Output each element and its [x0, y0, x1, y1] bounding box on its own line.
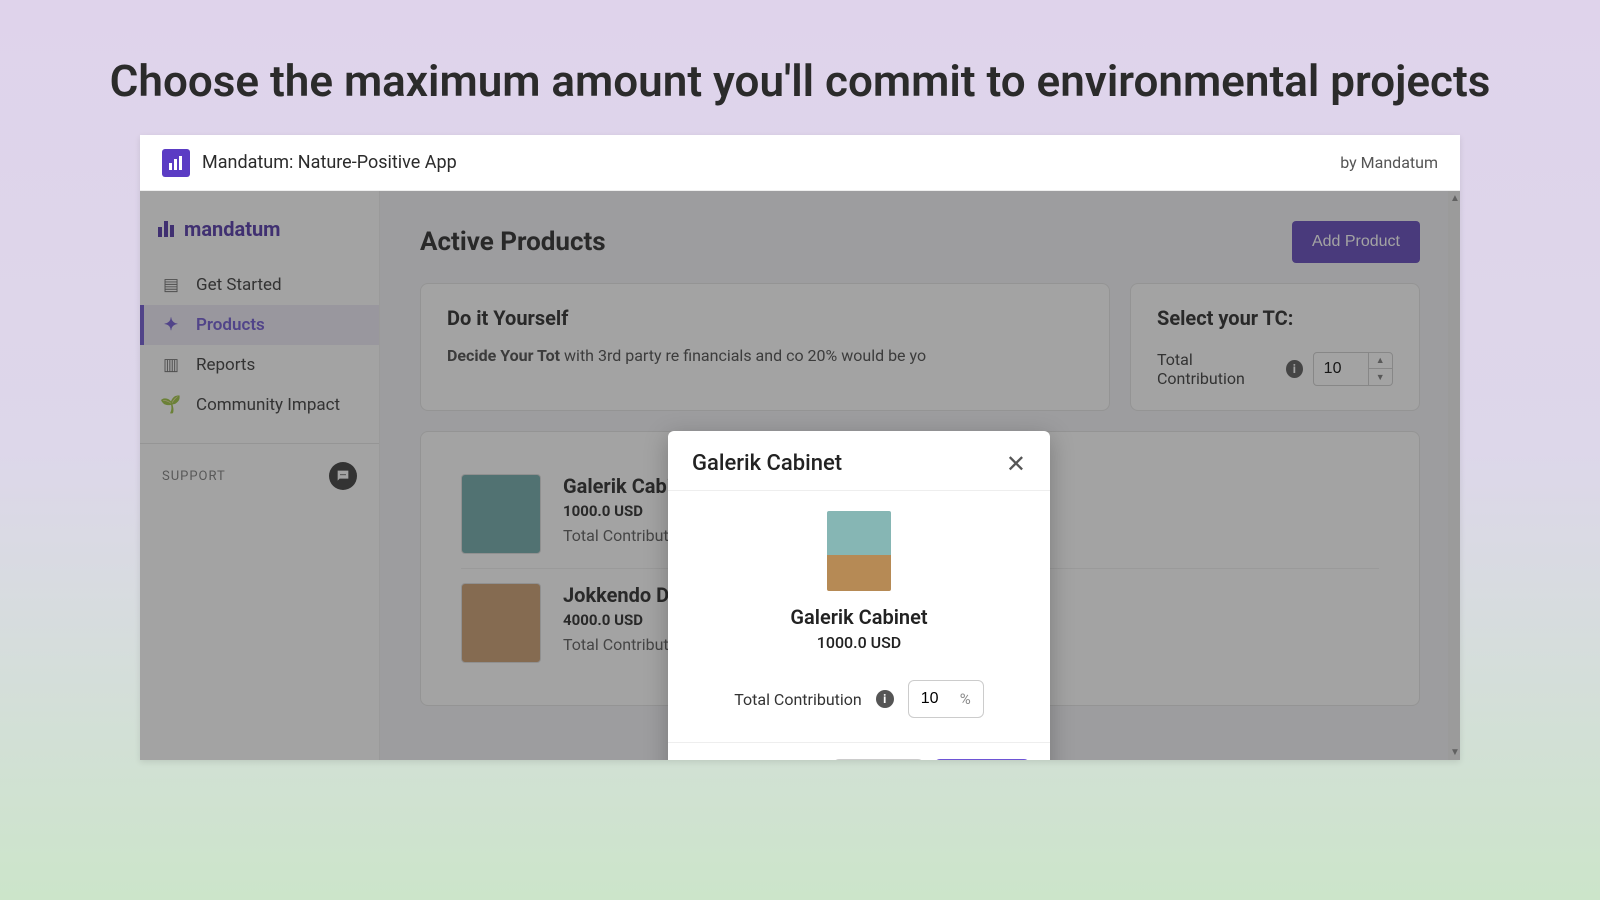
close-icon[interactable]: ✕ — [1006, 452, 1026, 476]
sidebar-item-label: Get Started — [196, 275, 282, 295]
percent-suffix: % — [960, 690, 971, 708]
section-title: Active Products — [420, 227, 606, 257]
app-frame: Mandatum: Nature-Positive App by Mandatu… — [140, 135, 1460, 760]
info-card-title: Do it Yourself — [447, 306, 1083, 330]
modal-tc-label: Total Contribution — [734, 690, 862, 709]
app-name: Mandatum: Nature-Positive App — [202, 152, 457, 173]
app-topbar: Mandatum: Nature-Positive App by Mandatu… — [140, 135, 1460, 191]
sidebar-item-label: Community Impact — [196, 395, 340, 415]
update-button[interactable]: Update — [934, 759, 1030, 760]
page-heading: Choose the maximum amount you'll commit … — [0, 0, 1600, 107]
modal-tc-input-wrap[interactable]: % — [908, 680, 984, 718]
modal-product-thumb — [827, 511, 891, 591]
brand-row: mandatum — [140, 201, 379, 265]
plant-icon: 🌱 — [162, 396, 180, 414]
tc-card: Select your TC: Total Contribution i ▲ ▼ — [1130, 283, 1420, 411]
app-byline: by Mandatum — [1340, 153, 1438, 172]
cancel-button[interactable]: Cancel — [833, 759, 925, 760]
modal-product-price: 1000.0 USD — [692, 633, 1026, 652]
product-thumb — [461, 583, 541, 663]
support-label: SUPPORT — [162, 469, 226, 484]
brand-bars-icon — [158, 221, 174, 237]
sidebar-item-label: Reports — [196, 355, 255, 375]
product-thumb — [461, 474, 541, 554]
tc-label: Total Contribution — [1157, 350, 1276, 388]
tag-icon: ✦ — [162, 316, 180, 334]
sidebar-item-get-started[interactable]: ▤ Get Started — [140, 265, 379, 305]
tc-input[interactable] — [1314, 360, 1368, 378]
clipboard-icon: ▤ — [162, 276, 180, 294]
info-icon[interactable]: i — [1286, 360, 1303, 378]
report-icon: ▥ — [162, 356, 180, 374]
tc-card-title: Select your TC: — [1157, 306, 1393, 330]
sidebar-item-label: Products — [196, 315, 265, 335]
info-card-body: Decide Your Tot with 3rd party re financ… — [447, 344, 1083, 368]
support-row[interactable]: SUPPORT — [140, 443, 379, 508]
stepper-down-icon[interactable]: ▼ — [1369, 369, 1392, 386]
sidebar-item-reports[interactable]: ▥ Reports — [140, 345, 379, 385]
modal-product-name: Galerik Cabinet — [692, 605, 1026, 629]
modal-title: Galerik Cabinet — [692, 451, 842, 476]
sidebar-item-products[interactable]: ✦ Products — [140, 305, 379, 345]
tc-stepper[interactable]: ▲ ▼ — [1313, 352, 1393, 386]
app-logo-icon — [162, 149, 190, 177]
edit-product-modal: Galerik Cabinet ✕ Galerik Cabinet 1000.0… — [668, 431, 1050, 760]
stepper-up-icon[interactable]: ▲ — [1369, 352, 1392, 369]
brand-name: mandatum — [184, 217, 281, 241]
sidebar-item-community-impact[interactable]: 🌱 Community Impact — [140, 385, 379, 425]
add-product-button[interactable]: Add Product — [1292, 221, 1420, 263]
sidebar: mandatum ▤ Get Started ✦ Products ▥ Repo… — [140, 191, 380, 760]
scrollbar[interactable] — [1448, 191, 1460, 760]
modal-tc-input[interactable] — [921, 690, 949, 708]
chat-icon[interactable] — [329, 462, 357, 490]
info-card: Do it Yourself Decide Your Tot with 3rd … — [420, 283, 1110, 411]
info-icon[interactable]: i — [876, 690, 894, 708]
